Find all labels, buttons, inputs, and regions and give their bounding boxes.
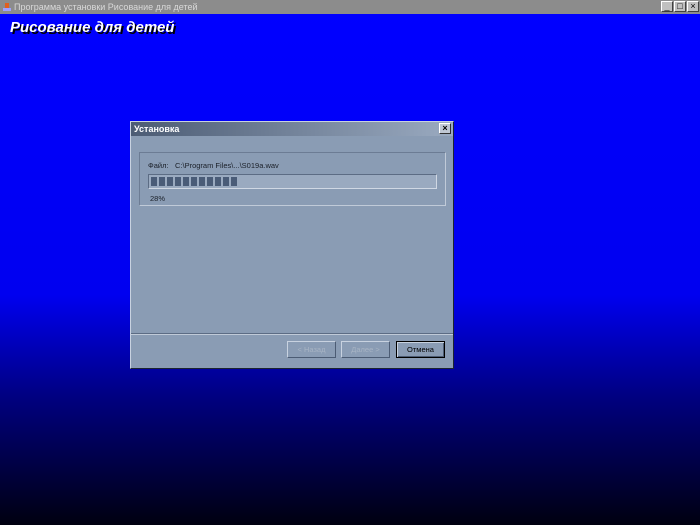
progress-block bbox=[191, 177, 197, 186]
window-titlebar: Программа установки Рисование для детей … bbox=[0, 0, 700, 14]
progress-block bbox=[159, 177, 165, 186]
back-button[interactable]: < Назад bbox=[287, 341, 336, 358]
maximize-button[interactable]: □ bbox=[674, 1, 686, 12]
progress-block bbox=[175, 177, 181, 186]
app-heading: Рисование для детей bbox=[10, 19, 175, 36]
progress-bar bbox=[148, 174, 437, 189]
cancel-button[interactable]: Отмена bbox=[396, 341, 445, 358]
close-button[interactable]: × bbox=[687, 1, 699, 12]
installer-icon bbox=[3, 3, 11, 11]
separator bbox=[131, 333, 453, 335]
progress-block bbox=[199, 177, 205, 186]
next-button[interactable]: Далее > bbox=[341, 341, 390, 358]
progress-block bbox=[183, 177, 189, 186]
progress-group: Файл: C:\Program Files\...\S019a.wav 28% bbox=[139, 152, 446, 206]
progress-block bbox=[231, 177, 237, 186]
progress-block bbox=[151, 177, 157, 186]
dialog-titlebar: Установка × bbox=[131, 122, 453, 136]
dialog-title: Установка bbox=[134, 124, 180, 134]
minimize-button[interactable]: _ bbox=[661, 1, 673, 12]
file-label: Файл: bbox=[148, 161, 169, 170]
progress-block bbox=[223, 177, 229, 186]
progress-block bbox=[215, 177, 221, 186]
install-dialog: Установка × Файл: C:\Program Files\...\S… bbox=[130, 121, 454, 369]
progress-block bbox=[167, 177, 173, 186]
dialog-close-button[interactable]: × bbox=[439, 123, 451, 134]
window-title: Программа установки Рисование для детей bbox=[14, 2, 198, 12]
progress-percent: 28% bbox=[150, 194, 166, 203]
progress-block bbox=[207, 177, 213, 186]
file-value: C:\Program Files\...\S019a.wav bbox=[175, 161, 279, 170]
